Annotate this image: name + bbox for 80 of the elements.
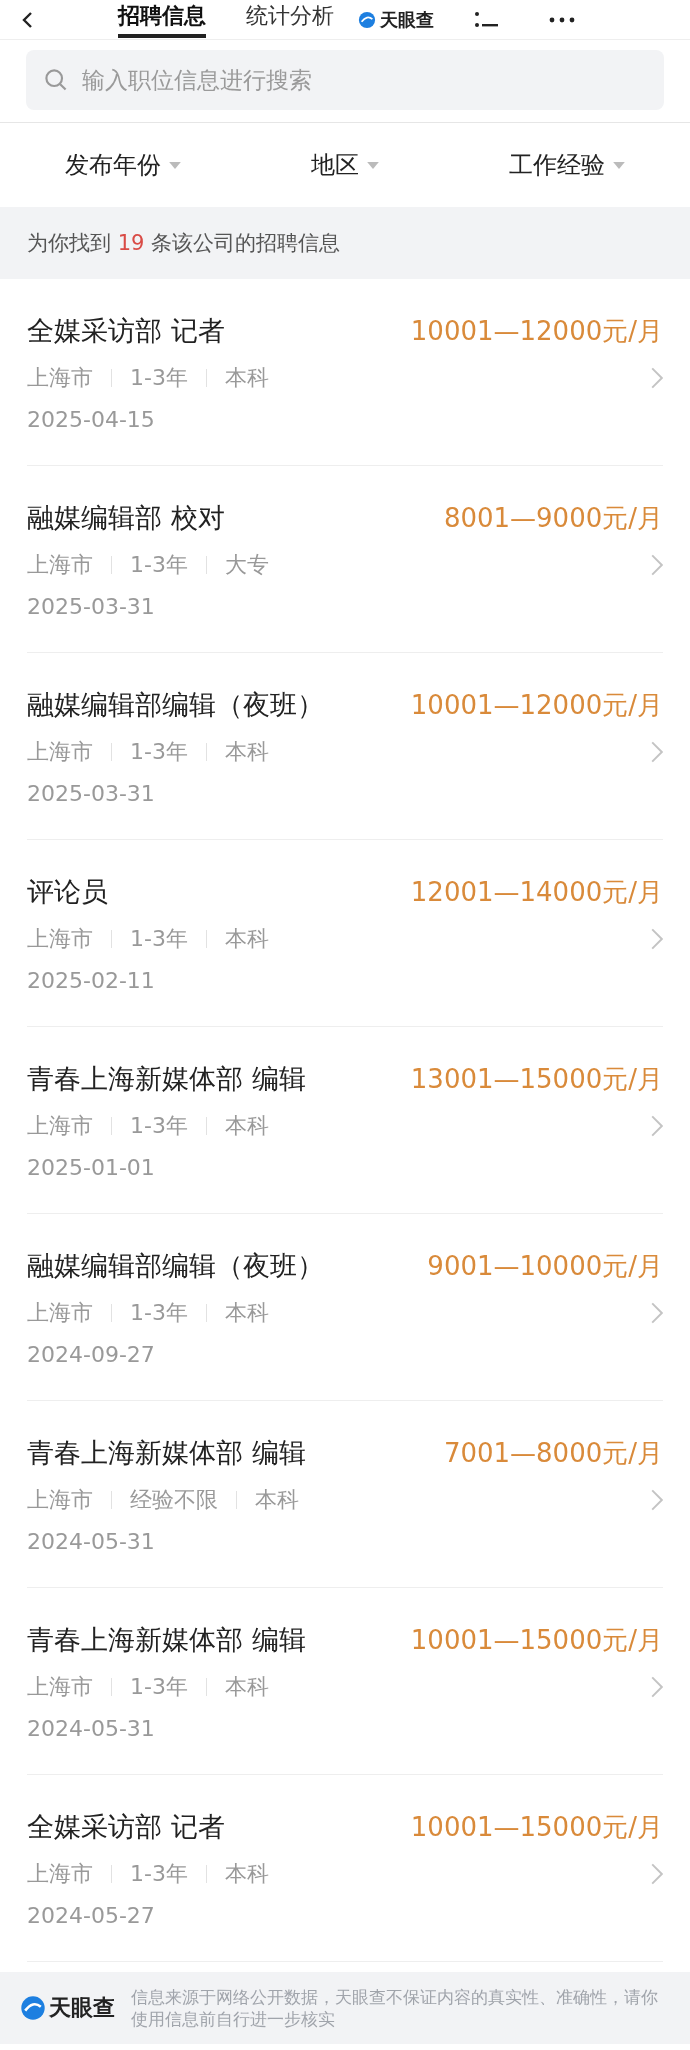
chevron-right-icon[interactable] [651,1301,663,1324]
date-text: 2024-05-27 [27,1902,156,1928]
logo-text: 天眼查 [49,1994,115,2023]
job-title[interactable]: 全媒采访部 记者 [27,312,225,349]
date-text: 2025-01-01 [27,1154,156,1180]
date-text: 2025-02-11 [27,967,156,993]
list-icon[interactable] [474,9,498,30]
location-text: 上海市 [27,1672,93,1701]
job-title[interactable]: 青春上海新媒体部 编辑 [27,1434,306,1471]
result-count-text: 为你找到 19 条该公司的招聘信息 [27,230,341,257]
experience-text: 1-3年 [130,1111,188,1140]
date-text: 2024-05-31 [27,1715,156,1741]
chevron-right-icon[interactable] [651,1114,663,1137]
chevron-right-icon[interactable] [651,927,663,950]
education-text: 本科 [224,1111,269,1140]
filter-dropdown[interactable]: 地区 [305,148,385,182]
education-text: 本科 [224,363,269,392]
salary-text: 9001—10000元/月 [427,1249,663,1283]
chevron-right-icon[interactable] [651,740,663,763]
salary-text: 10001—12000元/月 [410,314,663,348]
location-text: 上海市 [27,737,93,766]
dropdown-icon [613,161,625,169]
experience-text: 1-3年 [130,1672,188,1701]
location-text: 上海市 [27,1485,93,1514]
location-text: 上海市 [27,1111,93,1140]
education-text: 大专 [224,550,269,579]
tab[interactable]: 招聘信息 [118,1,206,38]
experience-text: 1-3年 [130,1298,188,1327]
disclaimer-text: 信息来源于网络公开数据，天眼查不保证内容的真实性、准确性，请你使用信息前自行进一步核实 [131,1986,659,2031]
salary-text: 10001—12000元/月 [410,688,663,722]
salary-text: 8001—9000元/月 [443,501,663,535]
education-text: 本科 [255,1485,299,1514]
date-text: 2025-03-31 [27,593,156,619]
job-title[interactable]: 融媒编辑部 校对 [27,499,225,536]
filter-dropdown[interactable]: 发布年份 [59,148,187,182]
logo-icon [20,1995,46,2022]
chevron-right-icon[interactable] [651,1675,663,1698]
date-text: 2025-03-31 [27,780,156,806]
chevron-right-icon[interactable] [651,1862,663,1885]
education-text: 本科 [224,737,269,766]
more-icon[interactable] [548,15,576,24]
education-text: 本科 [224,1672,269,1701]
job-title[interactable]: 全媒采访部 记者 [27,1808,225,1845]
location-text: 上海市 [27,1859,93,1888]
salary-text: 10001—15000元/月 [410,1623,663,1657]
salary-text: 7001—8000元/月 [443,1436,663,1470]
job-title[interactable]: 融媒编辑部编辑（夜班） [27,686,324,723]
dropdown-icon [367,161,379,169]
job-title[interactable]: 评论员 [27,873,108,910]
date-text: 2025-04-15 [27,406,156,432]
date-text: 2024-09-27 [27,1341,156,1367]
education-text: 本科 [224,1859,269,1888]
experience-text: 1-3年 [130,363,188,392]
education-text: 本科 [224,1298,269,1327]
salary-text: 10001—15000元/月 [410,1810,663,1844]
job-title[interactable]: 青春上海新媒体部 编辑 [27,1060,306,1097]
experience-text: 1-3年 [130,924,188,953]
chevron-right-icon[interactable] [651,366,663,389]
experience-text: 经验不限 [130,1485,218,1514]
experience-text: 1-3年 [130,550,188,579]
location-text: 上海市 [27,363,93,392]
tab[interactable]: 统计分析 [246,1,334,38]
experience-text: 1-3年 [130,737,188,766]
chevron-right-icon[interactable] [651,553,663,576]
date-text: 2024-05-31 [27,1528,156,1554]
logo-text: 天眼查 [380,7,434,32]
location-text: 上海市 [27,924,93,953]
education-text: 本科 [224,924,269,953]
job-title[interactable]: 融媒编辑部编辑（夜班） [27,1247,324,1284]
chevron-right-icon[interactable] [651,1488,663,1511]
search-field[interactable]: 输入职位信息进行搜索 [26,50,664,110]
job-title[interactable]: 青春上海新媒体部 编辑 [27,1621,306,1658]
filter-dropdown[interactable]: 工作经验 [503,148,631,182]
salary-text: 12001—14000元/月 [410,875,663,909]
dropdown-icon [169,161,181,169]
salary-text: 13001—15000元/月 [410,1062,663,1096]
location-text: 上海市 [27,1298,93,1327]
location-text: 上海市 [27,550,93,579]
experience-text: 1-3年 [130,1859,188,1888]
logo-icon [358,10,376,29]
